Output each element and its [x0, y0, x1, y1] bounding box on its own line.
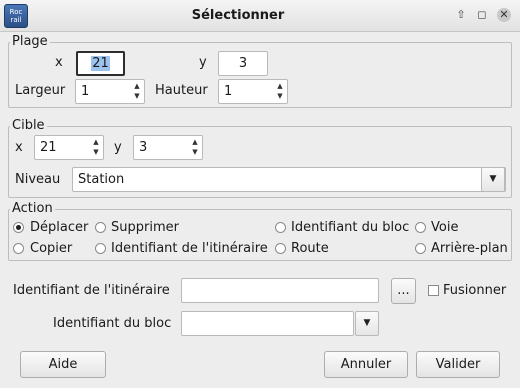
restore-icon[interactable]: ◻ [475, 8, 489, 22]
cancel-button[interactable]: Annuler [324, 351, 408, 378]
chevron-down-icon[interactable]: ▼ [355, 311, 379, 336]
spinner-arrows-icon[interactable]: ▲ ▼ [190, 137, 200, 158]
plage-height-label: Hauteur [155, 83, 208, 98]
level-combobox[interactable]: Station ▼ [72, 167, 506, 192]
radio-arriere-plan-label[interactable]: Arrière-plan [431, 241, 508, 257]
route-id-label: Identifiant de l'itinéraire [13, 283, 170, 298]
radio-arriere-plan-indicator[interactable] [415, 243, 426, 254]
title-bar: Roc rail Sélectionner ⇧ ◻ ✕ [0, 0, 520, 32]
radio-identifiant-bloc-indicator[interactable] [275, 222, 286, 233]
chevron-down-icon[interactable]: ▼ [481, 167, 505, 192]
radio-deplacer-indicator[interactable] [13, 222, 24, 233]
cible-legend: Cible [10, 118, 47, 133]
cible-x-value: 21 [40, 140, 57, 155]
block-id-combobox[interactable] [181, 311, 354, 336]
radio-identifiant-itineraire-label[interactable]: Identifiant de l'itinéraire [111, 241, 268, 257]
radio-route-indicator[interactable] [275, 243, 286, 254]
spinner-arrows-icon[interactable]: ▲ ▼ [91, 137, 101, 158]
browse-route-button[interactable]: ... [391, 278, 416, 304]
ok-button[interactable]: Valider [416, 351, 500, 378]
plage-width-value: 1 [81, 84, 90, 99]
plage-height-spinner[interactable]: 1 ▲ ▼ [218, 79, 288, 104]
radio-deplacer-label[interactable]: Déplacer [30, 220, 88, 236]
action-legend: Action [10, 201, 55, 216]
radio-voie-label[interactable]: Voie [431, 220, 458, 236]
help-button[interactable]: Aide [20, 351, 106, 378]
cible-y-spinner[interactable]: 3 ▲ ▼ [133, 135, 203, 160]
plage-x-value: 21 [91, 56, 110, 71]
radio-voie-indicator[interactable] [415, 222, 426, 233]
plage-legend: Plage [10, 34, 50, 49]
merge-label[interactable]: Fusionner [443, 283, 506, 299]
radio-supprimer-label[interactable]: Supprimer [111, 220, 179, 236]
radio-supprimer-indicator[interactable] [95, 222, 106, 233]
window-title: Sélectionner [191, 8, 285, 23]
spinner-arrows-icon[interactable]: ▲ ▼ [275, 81, 285, 102]
plage-width-label: Largeur [15, 83, 66, 98]
cible-x-spinner[interactable]: 21 ▲ ▼ [34, 135, 104, 160]
close-icon[interactable]: ✕ [497, 8, 511, 22]
plage-y-input[interactable]: 3 [218, 51, 268, 76]
radio-copier-indicator[interactable] [13, 243, 24, 254]
merge-checkbox[interactable] [428, 285, 439, 296]
cible-y-label: y [114, 140, 122, 155]
route-id-input[interactable] [181, 278, 379, 303]
radio-identifiant-bloc-label[interactable]: Identifiant du bloc [291, 220, 409, 236]
radio-route-label[interactable]: Route [291, 241, 329, 257]
cible-y-value: 3 [139, 140, 148, 155]
plage-x-input[interactable]: 21 [76, 51, 125, 76]
block-id-label: Identifiant du bloc [53, 316, 172, 331]
pin-icon[interactable]: ⇧ [454, 8, 468, 22]
plage-x-label: x [55, 55, 63, 70]
spinner-arrows-icon[interactable]: ▲ ▼ [132, 81, 142, 102]
radio-copier-label[interactable]: Copier [30, 241, 72, 257]
radio-identifiant-itineraire-indicator[interactable] [95, 243, 106, 254]
plage-height-value: 1 [224, 84, 233, 99]
cible-x-label: x [15, 140, 23, 155]
plage-y-label: y [199, 55, 207, 70]
level-value: Station [78, 172, 125, 187]
plage-width-spinner[interactable]: 1 ▲ ▼ [75, 79, 145, 104]
cible-level-label: Niveau [15, 172, 61, 187]
